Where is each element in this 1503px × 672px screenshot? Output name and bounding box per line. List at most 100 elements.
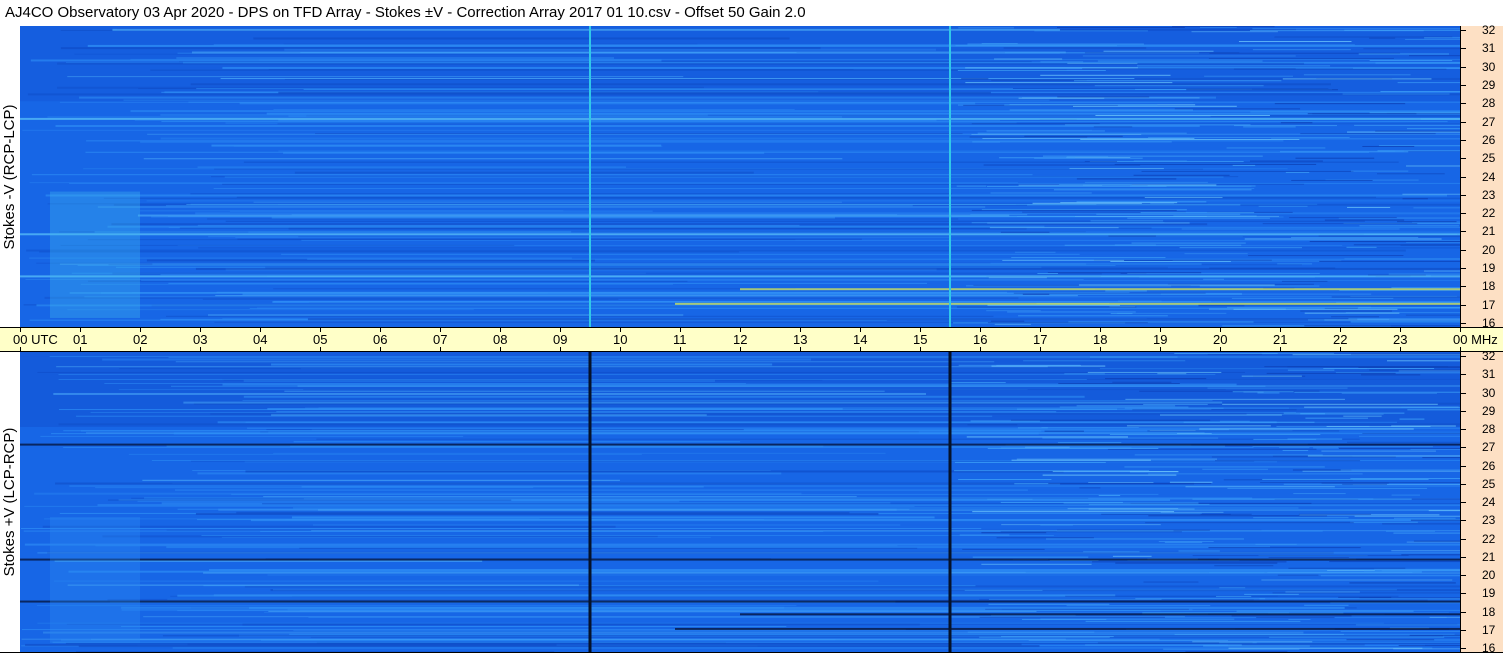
spectrogram-streak <box>301 239 1460 241</box>
spectrogram-activity <box>1244 593 1299 595</box>
spectrogram-activity <box>1424 37 1460 39</box>
spectrogram-streak <box>24 505 915 507</box>
freq-tick-label: 21 <box>1482 549 1496 564</box>
spectrogram-streak <box>39 251 740 253</box>
spectrogram-activity <box>1098 495 1121 497</box>
spectrogram-activity <box>1391 287 1460 289</box>
spectrogram-activity <box>1293 493 1346 495</box>
spectrogram-activity <box>1011 459 1151 461</box>
spectrogram-activity <box>972 556 1089 558</box>
time-tick-mark <box>1040 347 1041 351</box>
spectrogram-streak <box>49 356 1460 358</box>
spectrogram-activity <box>1053 189 1252 191</box>
time-tick-mark <box>1340 328 1341 332</box>
spectrogram-streak <box>287 608 1002 611</box>
spectrogram-activity <box>1386 360 1460 362</box>
spectrogram-activity <box>1192 555 1409 557</box>
spectrogram-activity <box>986 130 1105 132</box>
spectrogram-streak <box>107 499 512 501</box>
spectrogram-activity <box>959 534 1010 536</box>
spectrogram-streak <box>162 635 1443 637</box>
spectrogram-activity <box>994 58 1063 60</box>
spectrogram-activity <box>1227 487 1428 489</box>
freq-tick-mark <box>1461 356 1466 357</box>
spectrogram-streak <box>141 279 1460 281</box>
spectrogram-streak <box>84 296 1460 298</box>
spectrogram-streak <box>102 358 812 361</box>
spectrogram-activity <box>955 45 1117 47</box>
time-tick-mark <box>380 328 381 332</box>
spectrogram-activity <box>1231 297 1394 299</box>
spectrogram-activity <box>1320 575 1460 577</box>
spectrogram-activity <box>1288 567 1406 569</box>
spectrogram-streak <box>121 626 787 628</box>
spectrogram-streak <box>31 174 1033 176</box>
spectrogram-activity <box>1087 371 1222 373</box>
spectrogram-streak <box>147 133 1460 135</box>
spectrogram-activity <box>991 79 1087 81</box>
time-tick-mark <box>560 347 561 351</box>
freq-tick-label: 19 <box>1482 586 1496 601</box>
spectrogram-activity <box>1007 311 1136 313</box>
spectrogram-activity <box>1405 38 1460 40</box>
spectrogram-activity <box>1398 645 1460 647</box>
spectrogram-activity <box>1385 530 1436 532</box>
freq-tick-mark <box>1461 286 1466 288</box>
spectrogram-streak <box>201 535 1054 537</box>
freq-tick-label: 22 <box>1482 206 1496 221</box>
spectrogram-streak <box>97 206 986 208</box>
spectrogram-streak <box>265 266 1168 269</box>
spectrogram-activity <box>1208 547 1361 549</box>
time-tick-label: 01 <box>73 332 88 347</box>
spectrogram-streak <box>177 594 1066 597</box>
spectrogram-streak <box>74 53 591 55</box>
spectrogram-activity <box>1302 470 1460 472</box>
spectrogram-activity <box>1085 620 1301 622</box>
spectrogram-streak <box>284 48 936 51</box>
freq-tick-label: 32 <box>1482 23 1496 37</box>
spectrogram-activity <box>983 164 1141 166</box>
spectrogram-activity <box>988 603 1110 605</box>
spectrogram-activity <box>977 132 1187 134</box>
spectrogram-activity <box>971 123 1100 125</box>
spectrogram-activity <box>1362 145 1415 147</box>
time-marker-line <box>588 352 592 652</box>
top-spectrogram-canvas <box>20 26 1460 327</box>
spectrogram-streak <box>78 645 1040 648</box>
spectrogram-activity <box>1069 168 1164 170</box>
spectrogram-activity <box>1018 97 1105 99</box>
spectrogram-activity <box>1135 598 1266 600</box>
freq-tick-label: 21 <box>1482 224 1496 239</box>
time-tick-mark <box>860 328 861 332</box>
spectrogram-activity <box>1084 181 1208 183</box>
spectrogram-activity <box>1222 403 1438 405</box>
spectrogram-activity <box>1238 41 1352 43</box>
spectrogram-activity <box>1115 562 1278 564</box>
freq-tick-label: 27 <box>1482 440 1496 455</box>
time-tick-mark <box>980 347 981 351</box>
spectrogram-activity <box>1232 164 1256 166</box>
time-tick-mark <box>140 347 141 351</box>
spectrogram-activity <box>1063 502 1199 504</box>
spectrogram-activity <box>1207 387 1348 389</box>
spectrogram-activity <box>1080 138 1300 140</box>
spectrogram-activity <box>1268 556 1349 558</box>
freq-tick-mark <box>1461 84 1466 86</box>
spectrogram-activity <box>1380 91 1460 93</box>
spectrogram-streak <box>242 399 1213 401</box>
spectrogram-streak <box>317 509 1460 511</box>
time-tick-label: 14 <box>853 332 868 347</box>
spectrogram-activity <box>1185 486 1335 488</box>
time-tick-mark <box>1040 328 1041 332</box>
spectrogram-activity <box>1059 406 1189 408</box>
spectrogram-activity <box>1082 68 1296 70</box>
time-tick-label: 12 <box>733 332 748 347</box>
time-tick-label: 10 <box>613 332 628 347</box>
spectrogram-activity <box>981 532 1047 534</box>
spectrogram-activity <box>1129 471 1179 473</box>
spectrogram-activity <box>1085 644 1242 646</box>
spectrogram-activity <box>956 185 987 187</box>
spectrogram-activity <box>1256 617 1335 619</box>
bottom-frequency-axis: 32 31 30 29 28 27 26 25 24 23 22 21 20 19 18 17 16 <box>1460 350 1503 654</box>
freq-tick-label: 22 <box>1482 531 1496 546</box>
